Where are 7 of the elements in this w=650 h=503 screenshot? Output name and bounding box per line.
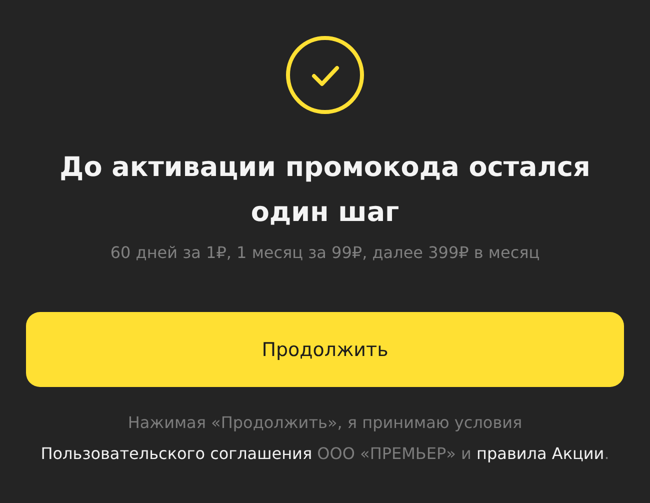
terms-link[interactable]: правила Акции: [476, 444, 604, 463]
terms-link[interactable]: Пользовательского соглашения: [40, 444, 312, 463]
continue-button[interactable]: Продолжить: [26, 312, 624, 387]
subtitle: 60 дней за 1₽, 1 месяц за 99₽, далее 399₽ в месяц: [110, 243, 540, 262]
title: До активации промокода остался один шаг: [58, 151, 592, 230]
checkmark-icon: [285, 35, 365, 115]
terms-text: Нажимая «Продолжить», я принимаю условия Пользовательского соглашения ООО «ПРЕМЬЕР» и правила Акции.: [40, 412, 610, 465]
